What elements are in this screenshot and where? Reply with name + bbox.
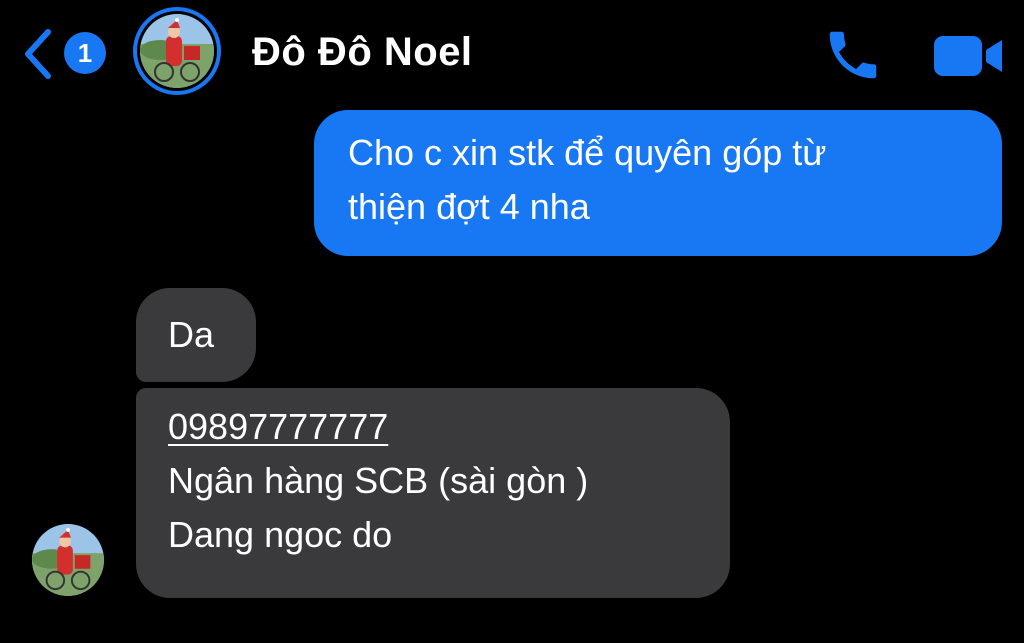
sender-avatar[interactable]: [32, 524, 104, 596]
back-button[interactable]: 1: [20, 24, 120, 84]
message-line: Da: [168, 314, 215, 355]
unread-count-badge: 1: [64, 32, 106, 74]
outgoing-message-bubble[interactable]: Cho c xin stk để quyên góp từ thiện đợt …: [314, 110, 1002, 256]
incoming-message-bubble[interactable]: Da: [136, 288, 256, 382]
message-line: Dang ngoc do: [168, 514, 393, 555]
messenger-chat-screen: 1 Đô Đô Noel Cho c xin stk để quyên góp …: [0, 0, 1024, 643]
chevron-left-icon: [25, 29, 51, 79]
message-line: thiện đợt 4 nha: [348, 186, 590, 227]
message-line: Cho c xin stk để quyên góp từ: [348, 132, 827, 173]
incoming-message-bubble[interactable]: 09897777777 Ngân hàng SCB (sài gòn ) Dan…: [136, 388, 730, 598]
message-line: Ngân hàng SCB (sài gòn ): [168, 460, 589, 501]
avatar-image: [140, 14, 214, 88]
contact-name[interactable]: Đô Đô Noel: [252, 30, 473, 75]
avatar-image: [32, 524, 104, 596]
video-call-button[interactable]: [932, 30, 1006, 82]
phone-number-link[interactable]: 09897777777: [168, 400, 700, 454]
phone-icon: [829, 31, 877, 79]
video-camera-icon: [934, 36, 1002, 76]
contact-avatar[interactable]: [133, 7, 221, 95]
voice-call-button[interactable]: [822, 24, 884, 86]
chat-header: 1 Đô Đô Noel: [0, 0, 1024, 110]
